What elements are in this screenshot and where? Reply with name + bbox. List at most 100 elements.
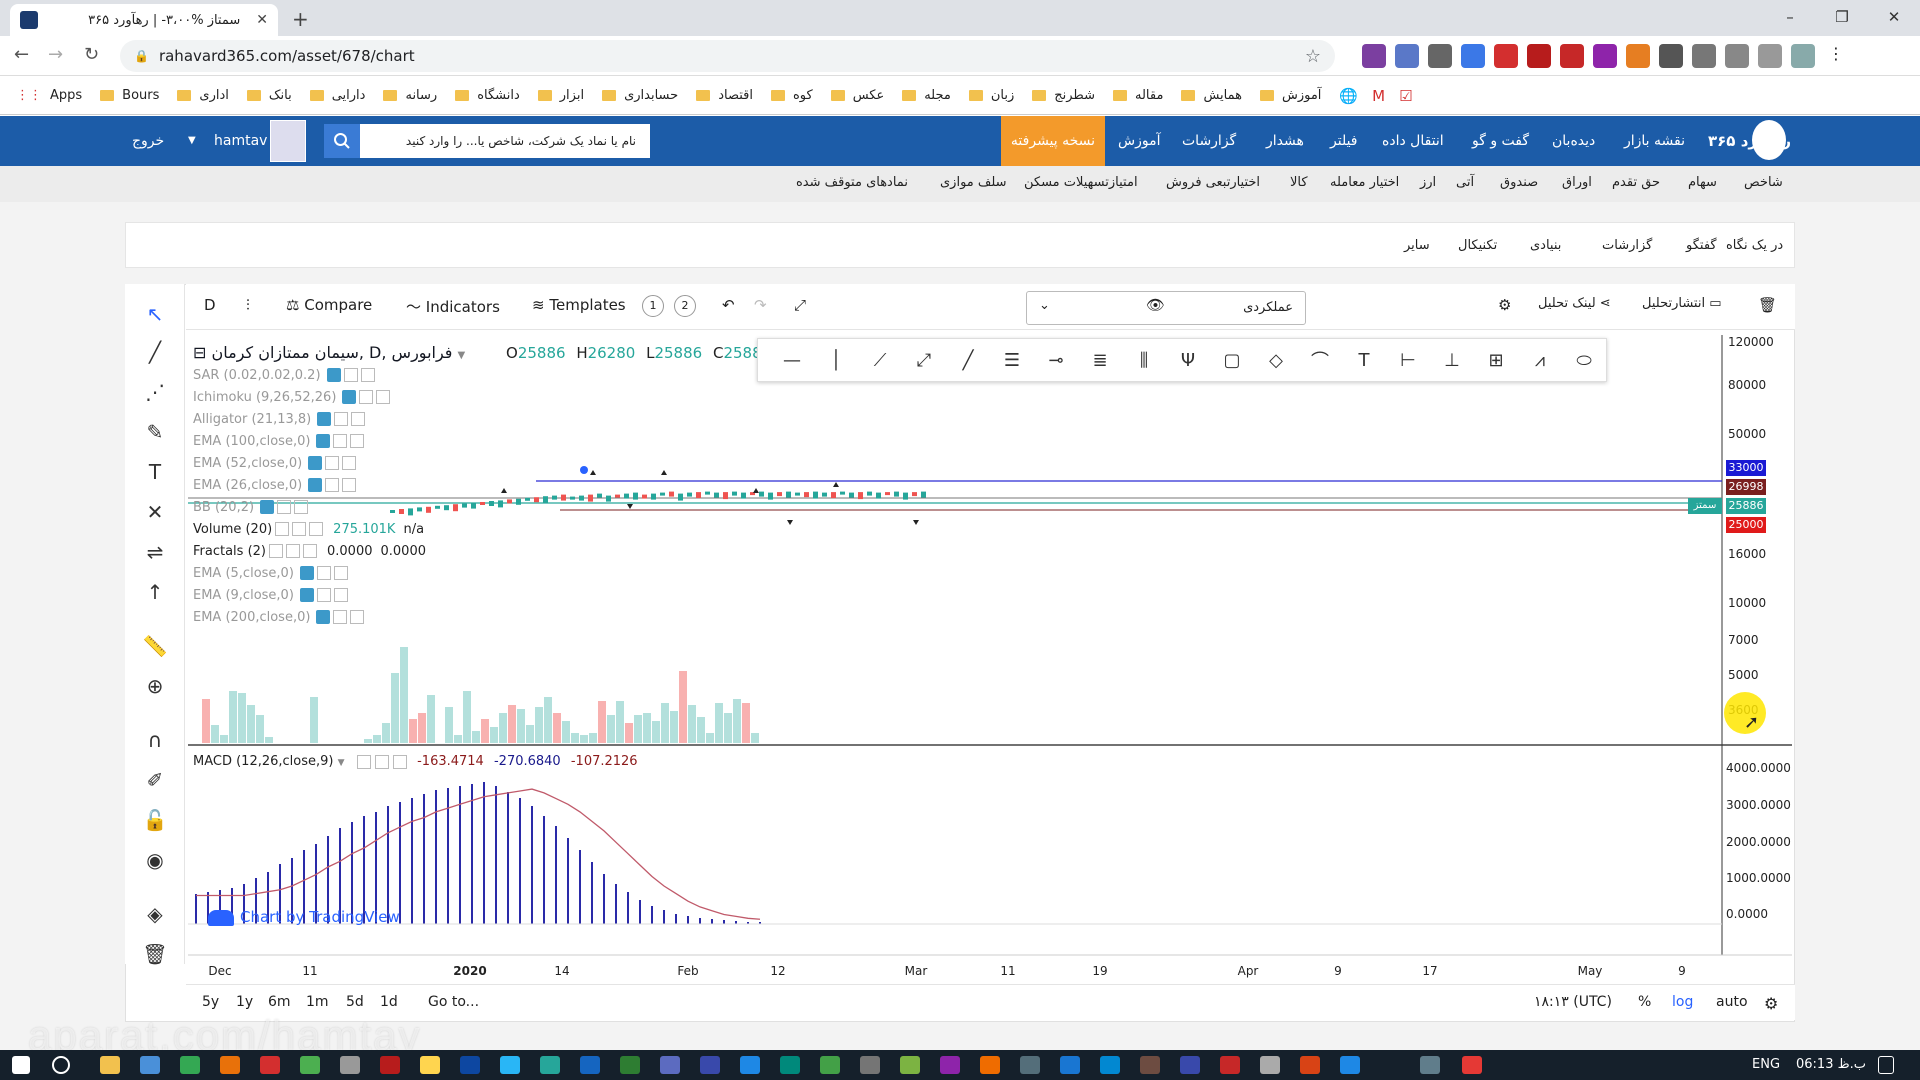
app-icon[interactable] bbox=[700, 1056, 720, 1074]
subnav-item[interactable]: ارز bbox=[1420, 175, 1436, 190]
subnav-item[interactable]: شاخص bbox=[1744, 175, 1783, 190]
logout-link[interactable]: خروج bbox=[132, 116, 164, 166]
indicator-row[interactable]: EMA (26,close,0) bbox=[193, 474, 426, 496]
cursor-icon[interactable]: ↖ bbox=[141, 302, 169, 330]
subnav-item[interactable]: حق تقدم bbox=[1612, 175, 1660, 190]
indicator-row[interactable]: Ichimoku (9,26,52,26) bbox=[193, 386, 426, 408]
eye-icon[interactable]: ◉ bbox=[141, 848, 169, 876]
text-icon[interactable]: T bbox=[141, 460, 169, 488]
stay-in-drawing-icon[interactable]: ✐ bbox=[141, 768, 169, 796]
hide-icon[interactable]: 👁 bbox=[1146, 296, 1165, 314]
rectangle-icon[interactable]: ▢ bbox=[1210, 350, 1254, 371]
restore-button[interactable]: ❐ bbox=[1816, 0, 1868, 36]
trash-icon[interactable]: 🗑 bbox=[141, 942, 169, 970]
tab-chat[interactable]: گفتگو bbox=[1686, 238, 1717, 253]
timeframe-select[interactable]: عملکردی ⌄ bbox=[1026, 291, 1306, 325]
indicator-row-volume[interactable]: Volume (20) 275.101K n/a bbox=[193, 518, 426, 540]
browser-tab[interactable]: سمتاز %۳،۰۰- | رهآورد ۳۶۵ ✕ bbox=[10, 4, 278, 36]
windows-start-icon[interactable] bbox=[12, 1056, 30, 1074]
parallel-channel-icon[interactable]: ☰ bbox=[990, 350, 1034, 371]
extension-icon[interactable] bbox=[1692, 44, 1716, 68]
extension-icon[interactable] bbox=[1395, 44, 1419, 68]
bookmark[interactable]: عکس bbox=[830, 88, 884, 103]
auto-toggle[interactable]: auto bbox=[1716, 994, 1748, 1010]
range-6m[interactable]: 6m bbox=[268, 994, 291, 1010]
percent-toggle[interactable]: % bbox=[1638, 994, 1651, 1010]
pdf-icon[interactable] bbox=[380, 1056, 400, 1074]
subnav-item[interactable]: امتیازتسهیلات مسکن bbox=[1024, 175, 1138, 190]
close-tab-icon[interactable]: ✕ bbox=[256, 12, 268, 28]
extension-icon[interactable] bbox=[1494, 44, 1518, 68]
bookmark-apps[interactable]: ⋮⋮ Apps bbox=[16, 88, 82, 103]
template-slot-1[interactable]: 1 bbox=[642, 295, 664, 317]
date-range-icon[interactable]: ⊥ bbox=[1430, 350, 1474, 371]
ray-icon[interactable]: ╱ bbox=[946, 350, 990, 371]
range-1m[interactable]: 1m bbox=[306, 994, 329, 1010]
settings-gear-icon[interactable]: ⚙ bbox=[1498, 296, 1511, 314]
log-toggle[interactable]: log bbox=[1672, 994, 1693, 1010]
nav-reports[interactable]: گزارشات bbox=[1182, 116, 1236, 166]
indicator-row[interactable]: EMA (52,close,0) bbox=[193, 452, 426, 474]
tradingview-attribution[interactable]: Chart by TradingView bbox=[208, 908, 400, 926]
text-icon[interactable]: T bbox=[1342, 350, 1386, 371]
tab-other[interactable]: سایر bbox=[1404, 238, 1430, 253]
trend-line-icon[interactable]: ⟋ bbox=[858, 350, 902, 371]
nav-watchlist[interactable]: دیده‌بان bbox=[1552, 116, 1595, 166]
forecast-icon[interactable]: ⇌ bbox=[141, 540, 169, 568]
taskbar-clock[interactable]: 06:13 ب.ظ bbox=[1796, 1057, 1866, 1072]
globe-icon[interactable]: 🌐 bbox=[1339, 87, 1358, 105]
horizontal-line-icon[interactable]: — bbox=[770, 350, 814, 371]
templates-button[interactable]: ≋ Templates bbox=[532, 296, 626, 314]
nav-alert[interactable]: هشدار bbox=[1266, 116, 1304, 166]
bookmark[interactable]: آموزش bbox=[1259, 88, 1321, 103]
app-icon[interactable] bbox=[940, 1056, 960, 1074]
crosshair-icon[interactable]: ⊞ bbox=[1474, 350, 1518, 371]
todo-icon[interactable]: ☑ bbox=[1399, 87, 1412, 105]
fib-retracement-icon[interactable]: ≣ bbox=[1078, 350, 1122, 371]
bookmark[interactable]: ابزار bbox=[537, 88, 584, 103]
indicator-row[interactable]: EMA (100,close,0) bbox=[193, 430, 426, 452]
code-icon[interactable] bbox=[660, 1056, 680, 1074]
app-icon[interactable] bbox=[1462, 1056, 1482, 1074]
extension-icon[interactable] bbox=[1593, 44, 1617, 68]
notifications-icon[interactable] bbox=[1878, 1056, 1894, 1074]
nav-chat[interactable]: گفت و گو bbox=[1472, 116, 1529, 166]
indicators-button[interactable]: 〜 Indicators bbox=[406, 296, 500, 317]
reload-icon[interactable]: ↻ bbox=[84, 44, 99, 65]
mic-icon[interactable] bbox=[1428, 44, 1452, 68]
compare-button[interactable]: ⚖ Compare bbox=[286, 296, 372, 314]
range-1d[interactable]: 1d bbox=[380, 994, 398, 1010]
ellipse-icon[interactable]: ⬭ bbox=[1562, 350, 1606, 371]
tab-technical[interactable]: تکنیکال bbox=[1458, 238, 1497, 253]
pdf-icon[interactable] bbox=[1527, 44, 1551, 68]
collapse-icon[interactable]: ⊟ bbox=[193, 343, 206, 362]
extended-line-icon[interactable]: ⤢ bbox=[902, 350, 946, 371]
translate-icon[interactable] bbox=[1461, 44, 1485, 68]
close-icon[interactable] bbox=[392, 754, 407, 769]
bookmark[interactable]: دانشگاه bbox=[455, 88, 520, 103]
gmail-icon[interactable]: M bbox=[1372, 87, 1385, 105]
keyboard-language[interactable]: ENG bbox=[1752, 1057, 1780, 1072]
indicator-row[interactable]: EMA (200,close,0) bbox=[193, 606, 426, 628]
magnet-icon[interactable]: ∩ bbox=[141, 728, 169, 756]
subnav-item[interactable]: صندوق bbox=[1500, 175, 1538, 190]
brush-icon[interactable]: ✎ bbox=[141, 420, 169, 448]
arc-icon[interactable]: ⌒ bbox=[1298, 347, 1342, 373]
firefox-icon[interactable] bbox=[220, 1056, 240, 1074]
app-icon[interactable] bbox=[1220, 1056, 1240, 1074]
indicator-row-fractals[interactable]: Fractals (2) 0.0000 0.0000 bbox=[193, 540, 426, 562]
arrow-up-icon[interactable]: ↑ bbox=[141, 580, 169, 608]
tab-fundamental[interactable]: بنیادی bbox=[1530, 238, 1561, 253]
template-slot-2[interactable]: 2 bbox=[674, 295, 696, 317]
app-icon[interactable] bbox=[1420, 1056, 1440, 1074]
extension-icon[interactable] bbox=[1725, 44, 1749, 68]
range-1y[interactable]: 1y bbox=[236, 994, 253, 1010]
tab-overview[interactable]: در یک نگاه bbox=[1726, 238, 1783, 253]
app-icon[interactable] bbox=[860, 1056, 880, 1074]
bookmark[interactable]: اداری bbox=[177, 88, 229, 103]
trend-line-icon[interactable]: ╱ bbox=[141, 340, 169, 368]
app-icon[interactable] bbox=[1020, 1056, 1040, 1074]
polygon-icon[interactable]: ◇ bbox=[1254, 350, 1298, 371]
vertical-lines-icon[interactable]: ⫼ bbox=[1122, 350, 1166, 371]
app-icon[interactable] bbox=[980, 1056, 1000, 1074]
